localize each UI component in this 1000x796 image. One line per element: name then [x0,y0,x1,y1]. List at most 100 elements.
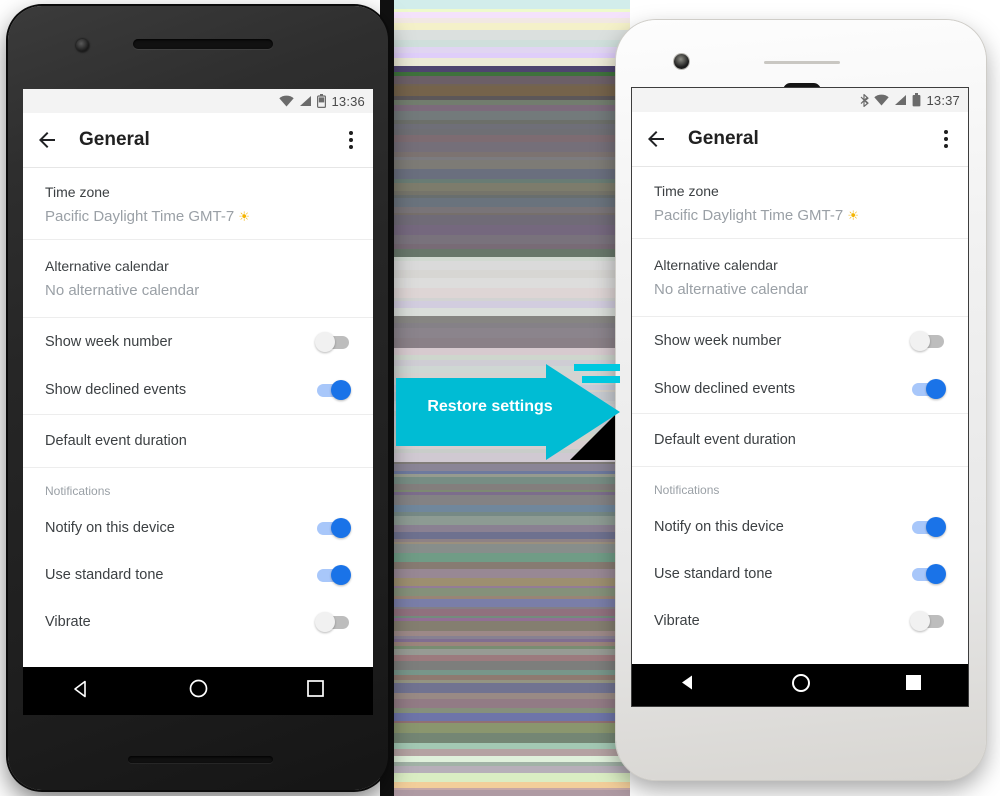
glitch-band [380,588,630,596]
setting-default-event-duration[interactable]: Default event duration [632,414,968,466]
group-heading-notifications: Notifications [45,484,111,498]
nav-recents-icon[interactable] [306,680,324,702]
toggle-show-declined-events[interactable] [315,380,351,400]
status-bar: 13:37 [632,88,968,112]
glitch-band [380,316,630,323]
nav-recents-icon[interactable] [905,675,921,695]
nav-back-icon[interactable] [679,674,696,696]
setting-use-standard-tone[interactable]: Use standard tone [632,550,968,597]
setting-show-declined-events[interactable]: Show declined events [632,365,968,413]
wifi-icon [279,95,295,107]
setting-vibrate[interactable]: Vibrate [632,597,968,644]
section-time-zone: Time zone Pacific Daylight Time GMT-7 ☀ [632,167,968,239]
dark-phone-screen: 13:36 General Time zone Pacific Daylight… [23,89,373,715]
glitch-band [380,135,630,142]
setting-time-zone[interactable]: Time zone Pacific Daylight Time GMT-7 ☀ [632,167,968,238]
glitch-band [380,723,630,733]
glitch-band [380,308,630,316]
glitch-band [380,278,630,288]
setting-show-week-number[interactable]: Show week number [632,317,968,365]
overflow-menu-icon[interactable] [341,127,361,153]
glitch-band [380,683,630,693]
setting-default-event-duration[interactable]: Default event duration [23,415,373,467]
setting-label: Use standard tone [45,566,164,583]
glitch-band [380,766,630,773]
toggle-show-week-number[interactable] [315,332,351,352]
glitch-band [380,532,630,539]
glitch-band [380,348,630,355]
nav-back-icon[interactable] [72,680,90,703]
glitch-band [380,464,630,471]
setting-label: Notify on this device [45,519,175,536]
front-camera-icon [674,54,689,69]
back-arrow-icon[interactable] [644,127,668,151]
nav-home-icon[interactable] [791,673,811,698]
setting-notify-on-this-device[interactable]: Notify on this device [23,504,373,551]
toggle-vibrate[interactable] [315,611,351,632]
battery-icon [317,94,327,108]
glitch-band [380,749,630,756]
glitch-band [380,142,630,152]
section-notifications: Notifications Notify on this device Use … [632,467,968,644]
glitch-band [380,477,630,484]
glitch-band [380,261,630,270]
glitch-band [380,578,630,586]
setting-use-standard-tone[interactable]: Use standard tone [23,551,373,598]
setting-alternative-calendar[interactable]: Alternative calendar No alternative cale… [632,239,968,316]
glitch-band [380,699,630,708]
overflow-menu-icon[interactable] [936,126,956,152]
setting-value: No alternative calendar [45,282,200,299]
setting-label: Alternative calendar [45,258,169,274]
bluetooth-icon [860,93,870,107]
setting-label: Show week number [654,333,782,349]
glitch-band [380,525,630,532]
setting-value: No alternative calendar [654,281,809,298]
status-bar-clock: 13:37 [926,92,960,108]
glitch-band [380,76,630,84]
glitch-band [380,0,630,9]
setting-value: Pacific Daylight Time GMT-7 ☀ [654,207,860,224]
status-bar: 13:36 [23,89,373,113]
nav-home-icon[interactable] [189,679,208,703]
setting-label: Notify on this device [654,518,784,535]
setting-time-zone[interactable]: Time zone Pacific Daylight Time GMT-7 ☀ [23,168,373,239]
section-alternative-calendar: Alternative calendar No alternative cale… [23,240,373,318]
toggle-use-standard-tone[interactable] [315,564,351,585]
toggle-vibrate[interactable] [910,610,946,631]
glitch-band [380,160,630,169]
glitch-band [380,713,630,721]
sun-icon: ☀ [847,208,860,223]
setting-value: Pacific Daylight Time GMT-7 ☀ [45,208,251,225]
back-arrow-icon[interactable] [35,128,59,152]
white-android-phone: 13:37 General Time zone Pacific Daylight… [616,20,986,780]
earpiece-speaker [133,39,273,49]
glitch-band [380,270,630,278]
glitch-band [380,183,630,191]
setting-label: Time zone [45,184,110,200]
toggle-show-declined-events[interactable] [910,379,946,399]
section-time-zone: Time zone Pacific Daylight Time GMT-7 ☀ [23,168,373,240]
setting-notify-on-this-device[interactable]: Notify on this device [632,503,968,550]
app-bar: General [23,113,373,168]
setting-alternative-calendar[interactable]: Alternative calendar No alternative cale… [23,240,373,317]
glitch-band [380,235,630,244]
glitch-band [380,30,630,40]
section-alternative-calendar: Alternative calendar No alternative cale… [632,239,968,317]
setting-show-declined-events[interactable]: Show declined events [23,366,373,414]
toggle-notify-on-this-device[interactable] [315,517,351,538]
glitch-band [380,23,630,30]
section-default-event-duration: Default event duration [632,414,968,467]
glitch-band [380,111,630,120]
setting-vibrate[interactable]: Vibrate [23,598,373,645]
section-notifications: Notifications Notify on this device Use … [23,468,373,645]
setting-label: Vibrate [654,612,700,629]
toggle-show-week-number[interactable] [910,331,946,351]
toggle-use-standard-tone[interactable] [910,563,946,584]
wifi-icon [874,94,890,106]
glitch-band [380,86,630,96]
setting-show-week-number[interactable]: Show week number [23,318,373,366]
toggle-notify-on-this-device[interactable] [910,516,946,537]
glitch-band [380,544,630,553]
glitch-band [380,169,630,179]
restore-settings-callout: Restore settings [396,364,620,460]
